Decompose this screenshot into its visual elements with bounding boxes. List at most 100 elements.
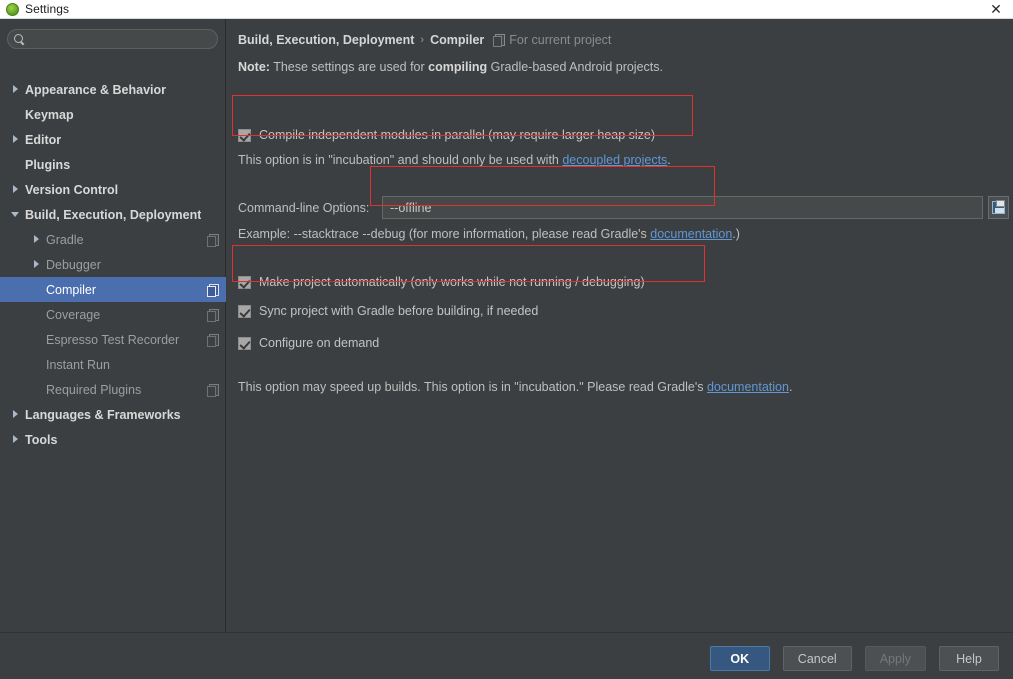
- sidebar-item-label: Instant Run: [46, 357, 110, 372]
- configure-on-demand-hint: This option may speed up builds. This op…: [238, 380, 792, 394]
- window-title-bar: Settings ✕: [0, 0, 1013, 19]
- note-prefix: Note:: [238, 60, 270, 74]
- project-scope-icon: [207, 308, 219, 322]
- sidebar-item-label: Compiler: [46, 282, 97, 297]
- command-line-label: Command-line Options:: [238, 201, 370, 215]
- sidebar-item-espresso-test-recorder[interactable]: Espresso Test Recorder: [0, 327, 226, 352]
- project-scope-icon: [207, 233, 219, 247]
- compile-parallel-hint: This option is in "incubation" and shoul…: [238, 153, 671, 167]
- sidebar-item-appearance-behavior[interactable]: Appearance & Behavior: [0, 77, 226, 102]
- configure-documentation-link[interactable]: documentation: [707, 380, 789, 394]
- sidebar-item-version-control[interactable]: Version Control: [0, 177, 226, 202]
- close-icon[interactable]: ✕: [985, 2, 1007, 17]
- sync-gradle-label: Sync project with Gradle before building…: [259, 304, 539, 318]
- compile-parallel-row[interactable]: Compile independent modules in parallel …: [238, 128, 655, 142]
- project-scope-icon: [493, 34, 506, 47]
- breadcrumb: Build, Execution, Deployment › Compiler …: [238, 33, 611, 47]
- sidebar-item-label: Gradle: [46, 232, 84, 247]
- sidebar-item-instant-run[interactable]: Instant Run: [0, 352, 226, 377]
- breadcrumb-separator: ›: [420, 34, 425, 46]
- sidebar-item-keymap[interactable]: Keymap: [0, 102, 226, 127]
- sidebar-item-plugins[interactable]: Plugins: [0, 152, 226, 177]
- chevron-right-icon[interactable]: [11, 84, 22, 95]
- sidebar-item-coverage[interactable]: Coverage: [0, 302, 226, 327]
- settings-sidebar: Appearance & Behavior Keymap Editor Plugins…: [0, 19, 226, 632]
- settings-content: Build, Execution, Deployment › Compiler …: [227, 19, 1013, 632]
- configure-hint-before: This option may speed up builds. This op…: [238, 380, 707, 394]
- sidebar-item-required-plugins[interactable]: Required Plugins: [0, 377, 226, 402]
- sidebar-item-label: Debugger: [46, 257, 101, 272]
- sidebar-item-label: Languages & Frameworks: [25, 407, 181, 422]
- sidebar-item-label: Version Control: [25, 182, 119, 197]
- chevron-down-icon[interactable]: [11, 209, 22, 220]
- configure-on-demand-checkbox[interactable]: [238, 336, 251, 350]
- note-text-1: These settings are used for: [269, 60, 429, 74]
- project-scope-icon: [207, 383, 219, 397]
- project-scope-icon: [207, 333, 219, 347]
- breadcrumb-parent[interactable]: Build, Execution, Deployment: [238, 33, 414, 47]
- sidebar-item-label: Build, Execution, Deployment: [25, 207, 202, 222]
- chevron-right-icon[interactable]: [11, 409, 22, 420]
- note-bold: compiling: [428, 60, 488, 74]
- cancel-button[interactable]: Cancel: [782, 646, 852, 671]
- chevron-right-icon[interactable]: [11, 434, 22, 445]
- ok-button[interactable]: OK: [709, 646, 770, 671]
- note-text-2: Gradle-based Android projects.: [487, 60, 663, 74]
- compile-parallel-label: Compile independent modules in parallel …: [259, 128, 656, 142]
- apply-button[interactable]: Apply: [864, 646, 926, 671]
- dialog-buttons: OK Cancel Apply Help: [709, 646, 999, 671]
- breadcrumb-current: Compiler: [430, 33, 485, 47]
- sync-gradle-row[interactable]: Sync project with Gradle before building…: [238, 304, 538, 318]
- example-before: Example: --stacktrace --debug (for more …: [238, 227, 651, 241]
- settings-dialog: Appearance & Behavior Keymap Editor Plugins…: [0, 19, 1013, 679]
- make-auto-label: Make project automatically (only works w…: [259, 275, 645, 289]
- decoupled-projects-link[interactable]: decoupled projects: [562, 153, 667, 167]
- expand-editor-button[interactable]: [988, 196, 1009, 219]
- compile-parallel-hint-after: .: [667, 153, 671, 167]
- chevron-right-icon[interactable]: [11, 184, 22, 195]
- command-line-example: Example: --stacktrace --debug (for more …: [238, 227, 740, 241]
- help-button[interactable]: Help: [939, 646, 999, 671]
- sidebar-item-label: Plugins: [25, 157, 71, 172]
- make-auto-checkbox[interactable]: [238, 275, 251, 289]
- sidebar-item-debugger[interactable]: Debugger: [0, 252, 226, 277]
- sidebar-item-build-execution-deployment[interactable]: Build, Execution, Deployment: [0, 202, 226, 227]
- configure-hint-after: .: [788, 380, 793, 394]
- search-icon: [13, 33, 26, 46]
- search-box[interactable]: [7, 29, 218, 49]
- chevron-right-icon[interactable]: [32, 234, 43, 245]
- chevron-right-icon[interactable]: [11, 134, 22, 145]
- gradle-documentation-link[interactable]: documentation: [650, 227, 732, 241]
- settings-tree: Appearance & Behavior Keymap Editor Plugins…: [0, 77, 226, 452]
- sync-gradle-checkbox[interactable]: [238, 304, 251, 318]
- compile-parallel-checkbox[interactable]: [238, 128, 251, 142]
- configure-on-demand-row[interactable]: Configure on demand: [238, 336, 379, 350]
- search-input[interactable]: [26, 31, 217, 47]
- project-scope-icon: [207, 283, 219, 297]
- sidebar-search[interactable]: [7, 29, 218, 49]
- sidebar-item-compiler[interactable]: Compiler: [0, 277, 226, 302]
- sidebar-item-label: Required Plugins: [46, 382, 142, 397]
- make-auto-row[interactable]: Make project automatically (only works w…: [238, 275, 645, 289]
- sidebar-item-tools[interactable]: Tools: [0, 427, 226, 452]
- command-line-input[interactable]: [388, 198, 977, 217]
- android-studio-icon: [6, 2, 19, 16]
- sidebar-item-label: Keymap: [25, 107, 74, 122]
- sidebar-item-label: Appearance & Behavior: [25, 82, 167, 97]
- sidebar-item-gradle[interactable]: Gradle: [0, 227, 226, 252]
- breadcrumb-scope-label: For current project: [509, 33, 612, 47]
- sidebar-item-label: Editor: [25, 132, 62, 147]
- command-line-field[interactable]: [382, 196, 983, 219]
- dialog-footer: OK Cancel Apply Help: [0, 632, 1013, 679]
- window-title: Settings: [25, 2, 70, 16]
- chevron-right-icon[interactable]: [32, 259, 43, 270]
- sidebar-item-languages-frameworks[interactable]: Languages & Frameworks: [0, 402, 226, 427]
- sidebar-item-label: Tools: [25, 432, 58, 447]
- sidebar-item-editor[interactable]: Editor: [0, 127, 226, 152]
